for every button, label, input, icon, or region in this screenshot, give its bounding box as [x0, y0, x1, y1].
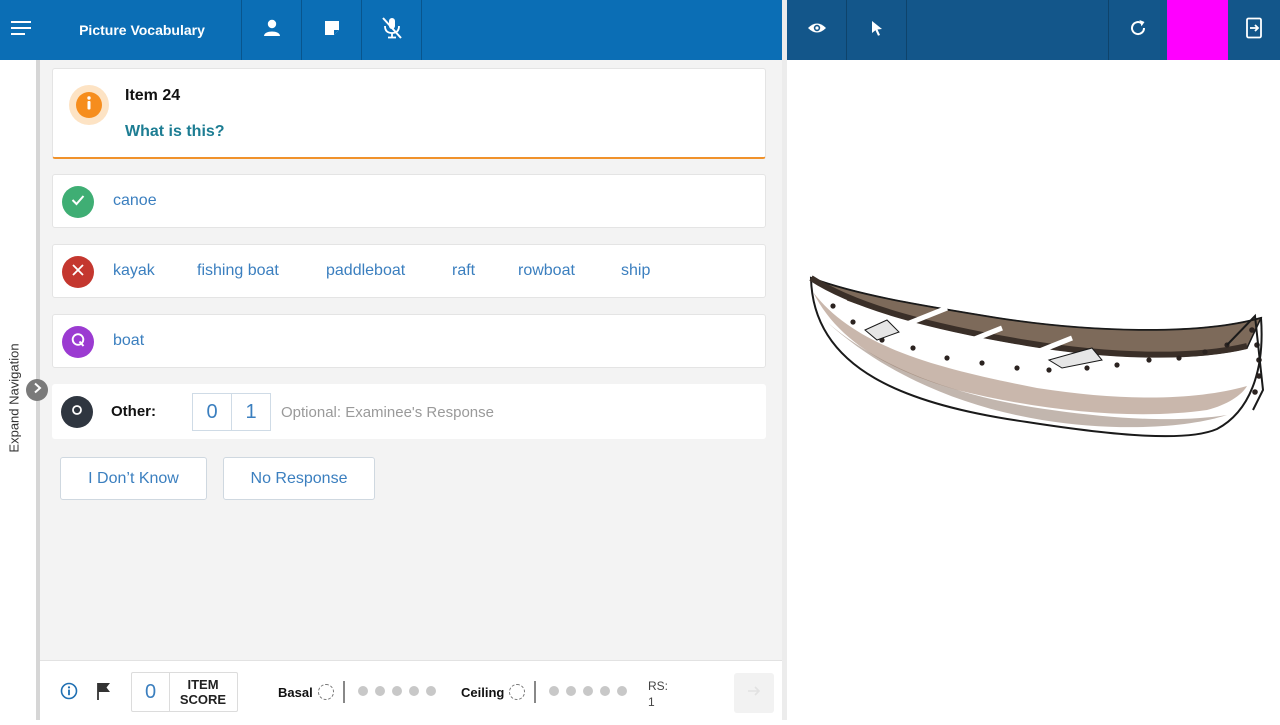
incorrect-badge — [62, 256, 94, 288]
stimulus-panel — [787, 60, 1280, 720]
refresh-icon — [1128, 18, 1148, 43]
x-icon — [71, 263, 85, 282]
raw-score-label: RS: — [648, 679, 669, 693]
flag-button[interactable] — [95, 681, 113, 706]
dont-know-button[interactable]: I Don’t Know — [60, 457, 207, 500]
query-badge — [62, 326, 94, 358]
raw-score: RS: 1 — [648, 678, 668, 710]
correct-responses-row: canoe — [52, 174, 766, 228]
raw-score-value: 1 — [648, 695, 655, 709]
item-score-value: 0 — [132, 673, 170, 711]
ceiling-indicator: Ceiling — [461, 681, 634, 703]
response-fishing-boat[interactable]: fishing boat — [197, 245, 279, 297]
item-info-button[interactable] — [60, 682, 78, 705]
mic-button[interactable] — [362, 0, 421, 60]
ceiling-status-icon — [509, 684, 526, 700]
pointer-icon — [870, 20, 884, 41]
response-raft[interactable]: raft — [452, 245, 475, 297]
arrow-right-icon — [747, 684, 761, 702]
query-icon — [70, 332, 86, 353]
basal-label: Basal — [278, 684, 313, 700]
other-score-1[interactable]: 1 — [231, 393, 271, 431]
basal-progress-dots — [357, 683, 443, 701]
canoe-image — [809, 275, 1265, 438]
item-score-label-line2: SCORE — [179, 692, 227, 707]
item-score-box: 0 ITEM SCORE — [131, 672, 238, 712]
ceiling-label: Ceiling — [461, 684, 505, 700]
no-response-button[interactable]: No Response — [223, 457, 375, 500]
chevron-right-icon — [32, 381, 42, 399]
highlight-block — [1167, 0, 1228, 60]
expand-navigation-label[interactable]: Expand Navigation — [7, 343, 22, 452]
response-canoe[interactable]: canoe — [113, 175, 157, 227]
incorrect-responses-row: kayak fishing boat paddleboat raft rowbo… — [52, 244, 766, 298]
visibility-button[interactable] — [787, 0, 846, 60]
person-icon — [263, 19, 281, 42]
examinee-button[interactable] — [242, 0, 301, 60]
next-item-button[interactable] — [734, 673, 774, 713]
expand-navigation-toggle[interactable] — [26, 379, 48, 401]
query-responses-row: boat — [52, 314, 766, 368]
app-title: Picture Vocabulary — [79, 22, 205, 38]
refresh-button[interactable] — [1109, 0, 1167, 60]
eye-icon — [807, 21, 827, 40]
other-response-row: Other: 0 1 — [52, 384, 766, 439]
info-outline-icon — [60, 682, 78, 705]
mic-off-icon — [380, 16, 404, 44]
pointer-button[interactable] — [847, 0, 906, 60]
response-paddleboat[interactable]: paddleboat — [326, 245, 405, 297]
response-boat[interactable]: boat — [113, 315, 144, 367]
correct-badge — [62, 186, 94, 218]
response-ship[interactable]: ship — [621, 245, 650, 297]
scoring-footer: 0 ITEM SCORE Basal Ceiling RS: 1 — [40, 660, 782, 720]
note-icon — [324, 20, 340, 41]
info-badge — [69, 85, 109, 125]
other-label: Other: — [111, 403, 156, 420]
item-score-label-line1: ITEM — [187, 677, 219, 692]
item-number: Item 24 — [125, 87, 181, 104]
response-rowboat[interactable]: rowboat — [518, 245, 575, 297]
exit-icon — [1244, 17, 1264, 44]
notes-button[interactable] — [302, 0, 361, 60]
item-prompt: What is this? — [125, 123, 225, 140]
flag-icon — [95, 681, 113, 706]
exit-button[interactable] — [1228, 0, 1280, 60]
other-score-0[interactable]: 0 — [192, 393, 232, 431]
question-card: Item 24 What is this? — [52, 68, 766, 159]
circle-icon — [71, 403, 83, 421]
ceiling-progress-dots — [549, 683, 634, 701]
info-icon — [86, 95, 92, 115]
response-kayak[interactable]: kayak — [113, 245, 155, 297]
other-badge — [61, 396, 93, 428]
menu-icon — [11, 20, 31, 40]
basal-indicator: Basal — [278, 681, 443, 703]
menu-button[interactable] — [0, 0, 42, 60]
basal-status-icon — [317, 684, 334, 700]
examinee-response-input[interactable] — [281, 393, 541, 431]
check-icon — [71, 193, 85, 211]
